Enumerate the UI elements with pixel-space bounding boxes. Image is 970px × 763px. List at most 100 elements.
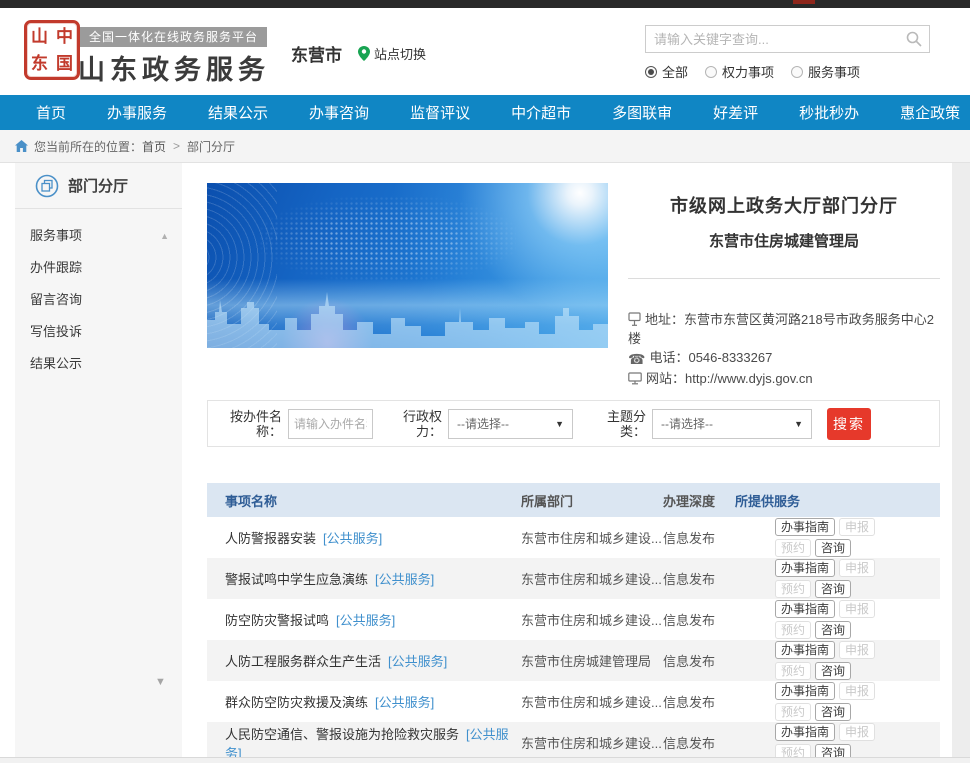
nav-item[interactable]: 办事服务 bbox=[107, 102, 167, 123]
service-item-department: 东营市住房和城乡建设... bbox=[521, 610, 663, 629]
consult-button[interactable]: 咨询 bbox=[815, 744, 851, 757]
declare-button: 申报 bbox=[839, 518, 875, 536]
seal-character: 东 bbox=[27, 50, 52, 77]
site-switch-label: 站点切换 bbox=[374, 44, 426, 63]
page-right-gutter bbox=[952, 163, 970, 763]
reserve-button: 预约 bbox=[775, 580, 811, 598]
guide-button[interactable]: 办事指南 bbox=[775, 641, 835, 659]
radio-icon[interactable] bbox=[791, 66, 803, 78]
search-scope-option[interactable]: 权力事项 bbox=[705, 62, 774, 81]
admin-power-value: --请选择-- bbox=[457, 415, 509, 432]
sidebar-item[interactable]: 办件跟踪 bbox=[15, 252, 182, 284]
radio-label: 服务事项 bbox=[808, 62, 860, 81]
public-service-tag-link[interactable]: [公共服务] bbox=[336, 613, 395, 628]
service-item-depth: 信息发布 bbox=[663, 528, 735, 547]
nav-item[interactable]: 秒批秒办 bbox=[799, 102, 859, 123]
topic-category-select[interactable]: --请选择-- ▼ bbox=[652, 409, 812, 439]
public-service-tag-link[interactable]: [公共服务] bbox=[323, 531, 382, 546]
public-service-tag-link[interactable]: [公共服务] bbox=[388, 654, 447, 669]
guide-button[interactable]: 办事指南 bbox=[775, 600, 835, 618]
breadcrumb-home-link[interactable]: 首页 bbox=[142, 138, 166, 155]
search-icon[interactable] bbox=[906, 31, 922, 47]
sidebar-item[interactable]: 留言咨询 bbox=[15, 284, 182, 316]
sidebar-item-label: 结果公示 bbox=[30, 356, 82, 371]
sidebar-item-label: 留言咨询 bbox=[30, 292, 82, 307]
shandong-seal-logo: 山中东国 bbox=[24, 20, 80, 80]
guide-button[interactable]: 办事指南 bbox=[775, 559, 835, 577]
filter-search-button[interactable]: 搜索 bbox=[827, 408, 871, 440]
address-line: 地址：东营市东营区黄河路218号市政务服务中心2楼 bbox=[628, 310, 940, 348]
search-scope-radios: 全部 权力事项 服务事项 bbox=[645, 62, 860, 81]
consult-button[interactable]: 咨询 bbox=[815, 621, 851, 639]
service-filter-bar: 按办件名称： 行政权力： --请选择-- ▼ 主题分类： --请选择-- ▼ 搜… bbox=[207, 400, 940, 447]
nav-item[interactable]: 好差评 bbox=[713, 102, 758, 123]
sidebar-item[interactable]: 服务事项 ▲ bbox=[15, 220, 182, 252]
radio-icon[interactable] bbox=[645, 66, 657, 78]
platform-badge: 全国一体化在线政务服务平台 bbox=[80, 27, 267, 47]
chevron-up-icon: ▲ bbox=[160, 220, 169, 252]
sidebar-menu: 服务事项 ▲ 办件跟踪 留言咨询 写信投诉 结果公示 bbox=[15, 209, 182, 380]
hall-title: 市级网上政务大厅部门分厅 bbox=[628, 183, 940, 218]
item-name-input[interactable] bbox=[288, 409, 373, 439]
keyword-search-input[interactable] bbox=[646, 32, 906, 47]
reserve-button: 预约 bbox=[775, 744, 811, 757]
sidebar-item[interactable]: 结果公示 bbox=[15, 348, 182, 380]
department-info-panel: 市级网上政务大厅部门分厅 东营市住房城建管理局 地址：东营市东营区黄河路218号… bbox=[628, 183, 940, 388]
table-row: 警报试鸣中学生应急演练[公共服务] 东营市住房和城乡建设... 信息发布 办事指… bbox=[207, 558, 940, 599]
col-header-department: 所属部门 bbox=[521, 491, 663, 510]
nav-item[interactable]: 惠企政策 bbox=[900, 102, 960, 123]
site-switch-button[interactable]: 站点切换 bbox=[358, 44, 426, 63]
consult-button[interactable]: 咨询 bbox=[815, 703, 851, 721]
sidebar-item[interactable]: 写信投诉 bbox=[15, 316, 182, 348]
table-row: 人民防空通信、警报设施为抢险救灾服务[公共服务] 东营市住房和城乡建设... 信… bbox=[207, 722, 940, 757]
sidebar-item-label: 写信投诉 bbox=[30, 324, 82, 339]
phone-value: 0546-8333267 bbox=[688, 350, 772, 365]
breadcrumb: 您当前所在的位置： 首页 > 部门分厅 bbox=[0, 130, 970, 163]
nav-item[interactable]: 办事咨询 bbox=[309, 102, 369, 123]
service-item-depth: 信息发布 bbox=[663, 610, 735, 629]
keyword-search-box bbox=[645, 25, 930, 53]
consult-button[interactable]: 咨询 bbox=[815, 580, 851, 598]
col-header-item-name: 事项名称 bbox=[207, 491, 521, 510]
public-service-tag-link[interactable]: [公共服务] bbox=[375, 572, 434, 587]
browser-topbar bbox=[0, 0, 970, 8]
consult-button[interactable]: 咨询 bbox=[815, 539, 851, 557]
sidebar-scroll-down-icon[interactable]: ▼ bbox=[155, 676, 166, 688]
service-action-buttons: 办事指南申报预约咨询 bbox=[775, 600, 889, 639]
banner-city-skyline bbox=[207, 278, 608, 348]
item-name-label: 按办件名称： bbox=[226, 409, 282, 439]
nav-item[interactable]: 中介超市 bbox=[511, 102, 571, 123]
nav-item[interactable]: 首页 bbox=[36, 102, 66, 123]
table-row: 人防警报器安装[公共服务] 东营市住房和城乡建设... 信息发布 办事指南申报预… bbox=[207, 517, 940, 558]
radio-icon[interactable] bbox=[705, 66, 717, 78]
address-sign-icon bbox=[628, 312, 641, 326]
radio-label: 权力事项 bbox=[722, 62, 774, 81]
topbar-accent bbox=[793, 0, 815, 4]
search-scope-option[interactable]: 服务事项 bbox=[791, 62, 860, 81]
consult-button[interactable]: 咨询 bbox=[815, 662, 851, 680]
hall-banner-image bbox=[207, 183, 608, 348]
service-item-depth: 信息发布 bbox=[663, 569, 735, 588]
nav-item[interactable]: 结果公示 bbox=[208, 102, 268, 123]
topic-category-label: 主题分类： bbox=[601, 409, 646, 439]
admin-power-select[interactable]: --请选择-- ▼ bbox=[448, 409, 573, 439]
main-nav: 首页 办事服务 结果公示 办事咨询 监督评议 中介超市 多图联审 好差评 秒批秒办 惠企政策 bbox=[0, 95, 970, 130]
search-scope-option[interactable]: 全部 bbox=[645, 62, 688, 81]
guide-button[interactable]: 办事指南 bbox=[775, 682, 835, 700]
admin-power-label: 行政权力： bbox=[397, 409, 442, 439]
public-service-tag-link[interactable]: [公共服务] bbox=[375, 695, 434, 710]
declare-button: 申报 bbox=[839, 723, 875, 741]
declare-button: 申报 bbox=[839, 600, 875, 618]
reserve-button: 预约 bbox=[775, 621, 811, 639]
contact-block: 地址：东营市东营区黄河路218号市政务服务中心2楼 ☎电话：0546-83332… bbox=[628, 310, 940, 388]
breadcrumb-prefix: 您当前所在的位置： bbox=[34, 138, 142, 155]
breadcrumb-current: 部门分厅 bbox=[187, 138, 235, 155]
guide-button[interactable]: 办事指南 bbox=[775, 518, 835, 536]
current-city: 东营市 bbox=[291, 41, 342, 66]
nav-item[interactable]: 监督评议 bbox=[410, 102, 470, 123]
guide-button[interactable]: 办事指南 bbox=[775, 723, 835, 741]
service-action-buttons: 办事指南申报预约咨询 bbox=[775, 559, 889, 598]
nav-item[interactable]: 多图联审 bbox=[612, 102, 672, 123]
col-header-services: 所提供服务 bbox=[735, 491, 940, 510]
chevron-down-icon: ▼ bbox=[794, 419, 803, 429]
